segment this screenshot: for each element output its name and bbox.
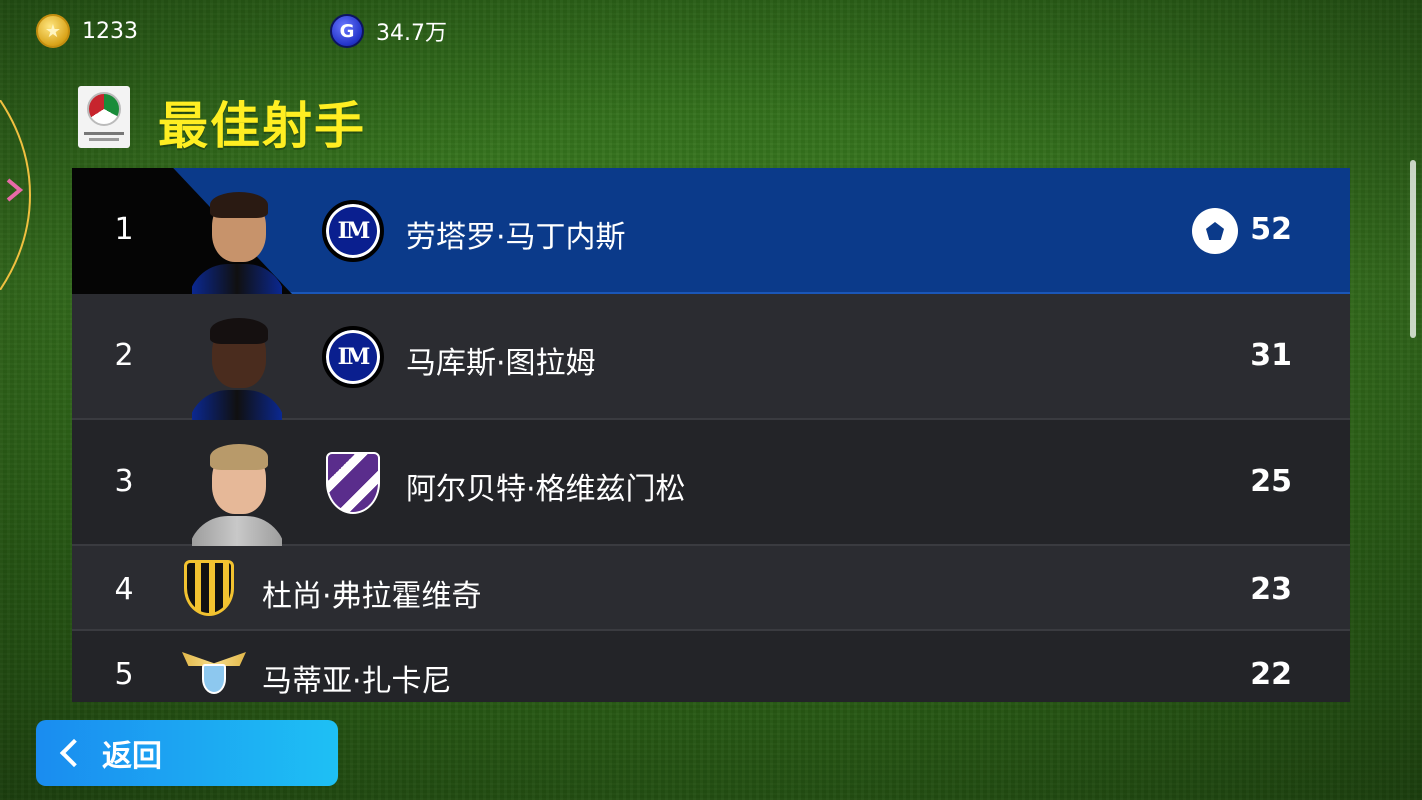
back-button-label: 返回 <box>102 739 162 774</box>
back-button[interactable]: 返回 <box>36 720 338 786</box>
league-logo <box>78 86 130 148</box>
rank-number: 3 <box>114 464 134 499</box>
rank-number: 4 <box>114 572 134 607</box>
rank-number: 1 <box>114 212 134 247</box>
table-row[interactable]: 4 杜尚·弗拉霍维奇 23 <box>72 546 1350 631</box>
chevron-left-icon <box>59 738 89 768</box>
table-row[interactable]: 1 IM 劳塔罗·马丁内斯 52 <box>72 168 1350 294</box>
gp-coin-icon: G <box>330 14 364 48</box>
table-row[interactable]: 5 马蒂亚·扎卡尼 22 <box>72 631 1350 702</box>
goal-count: 25 <box>1250 464 1292 499</box>
table-row[interactable]: 2 IM 马库斯·图拉姆 31 <box>72 294 1350 420</box>
player-name: 杜尚·弗拉霍维奇 <box>262 579 482 614</box>
rank-number: 2 <box>114 338 134 373</box>
inter-badge-icon: IM <box>322 326 384 388</box>
table-scrollbar[interactable] <box>1410 160 1416 338</box>
juventus-badge-icon <box>184 560 234 616</box>
player-name: 马库斯·图拉姆 <box>406 346 596 381</box>
gold-coin-amount: 1233 <box>82 18 138 44</box>
goal-count: 22 <box>1250 657 1292 692</box>
gp-balance: G 34.7万 <box>330 14 447 48</box>
player-photo <box>192 316 282 420</box>
gp-amount: 34.7万 <box>376 21 447 46</box>
top-scorers-table: 1 IM 劳塔罗·马丁内斯 52 2 IM 马库斯·图拉姆 31 3 阿尔贝特·… <box>72 168 1350 702</box>
goal-count: 52 <box>1250 212 1292 247</box>
rank-number: 5 <box>114 657 134 692</box>
soccer-ball-icon <box>1192 208 1238 254</box>
player-photo <box>192 190 282 294</box>
goal-count: 23 <box>1250 572 1292 607</box>
serie-a-logo-icon <box>87 92 121 126</box>
page-title: 最佳射手 <box>158 97 366 155</box>
fiorentina-badge-icon <box>326 452 380 514</box>
player-name: 劳塔罗·马丁内斯 <box>406 220 626 255</box>
lazio-badge-icon <box>182 648 246 698</box>
side-menu-arc-icon[interactable] <box>0 100 40 290</box>
player-name: 马蒂亚·扎卡尼 <box>262 664 452 699</box>
gold-coin-balance: ★ 1233 <box>36 14 138 48</box>
player-photo <box>192 442 282 546</box>
table-row[interactable]: 3 阿尔贝特·格维兹门松 25 <box>72 420 1350 546</box>
inter-badge-icon: IM <box>322 200 384 262</box>
goal-count: 31 <box>1250 338 1292 373</box>
gold-coin-icon: ★ <box>36 14 70 48</box>
player-name: 阿尔贝特·格维兹门松 <box>406 472 686 507</box>
